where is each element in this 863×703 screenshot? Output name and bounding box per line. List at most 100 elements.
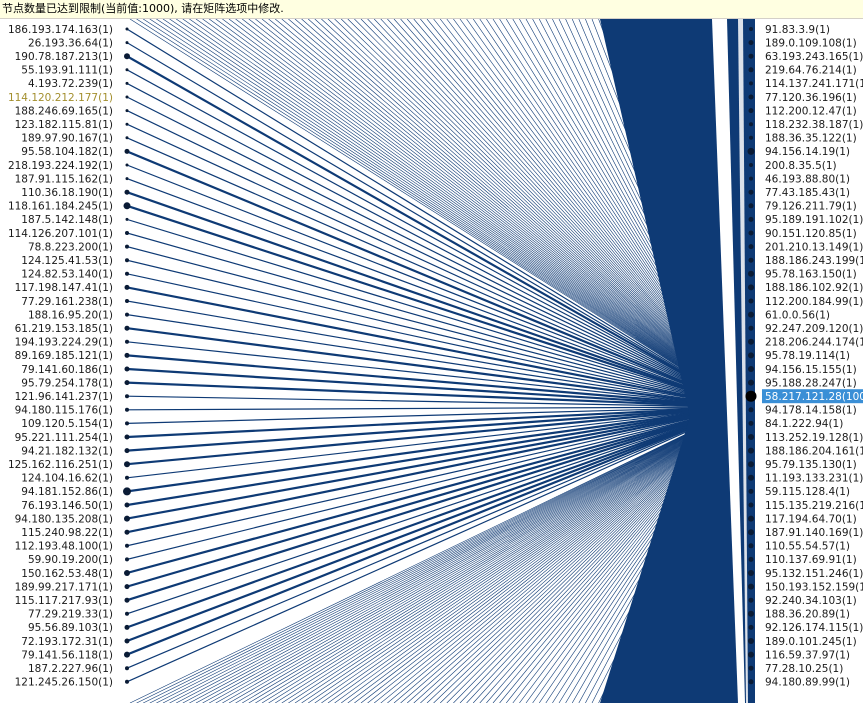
left-node-dot[interactable] <box>125 109 129 113</box>
right-node-label[interactable]: 188.186.102.92(1) <box>765 282 863 294</box>
left-node-dot[interactable] <box>125 27 129 31</box>
right-node-dot[interactable] <box>748 515 754 522</box>
left-node-dot[interactable] <box>124 352 130 358</box>
right-node-label[interactable]: 114.137.241.171(1) <box>765 78 863 90</box>
right-node-label[interactable]: 59.115.128.4(1) <box>765 486 850 498</box>
right-node-dot[interactable] <box>748 583 754 590</box>
left-node-dot[interactable] <box>125 312 129 317</box>
left-node-label[interactable]: 123.182.115.81(1) <box>15 119 113 131</box>
right-node-dot[interactable] <box>748 189 754 195</box>
right-node-dot[interactable] <box>749 81 753 86</box>
right-node-label[interactable]: 61.0.0.56(1) <box>765 309 830 321</box>
left-node-dot[interactable] <box>125 421 129 426</box>
right-node-label[interactable]: 95.78.19.114(1) <box>765 350 850 362</box>
right-node-dot[interactable] <box>748 325 754 331</box>
right-node-label[interactable]: 188.186.243.199(1) <box>765 255 863 267</box>
right-node-dot[interactable] <box>749 176 753 181</box>
left-node-dot[interactable] <box>124 448 130 454</box>
right-node-dot[interactable] <box>748 488 754 494</box>
right-node-dot[interactable] <box>748 366 754 372</box>
right-node-dot[interactable] <box>749 135 753 140</box>
right-node-label[interactable]: 92.240.34.103(1) <box>765 595 857 607</box>
right-node-label[interactable]: 218.206.244.174(1) <box>765 337 863 349</box>
right-node-label[interactable]: 189.0.101.245(1) <box>765 636 857 648</box>
left-node-dot[interactable] <box>124 284 130 290</box>
left-node-label[interactable]: 121.245.26.150(1) <box>15 677 113 689</box>
right-node-label[interactable]: 94.178.14.158(1) <box>765 405 857 417</box>
right-node-label[interactable]: 187.91.140.169(1) <box>765 527 863 539</box>
left-node-label[interactable]: 150.162.53.48(1) <box>21 568 113 580</box>
right-node-dot[interactable] <box>748 108 754 114</box>
left-node-dot[interactable] <box>124 624 130 630</box>
left-node-dot[interactable] <box>124 597 130 603</box>
right-node-label[interactable]: 77.120.36.196(1) <box>765 92 857 104</box>
left-node-dot[interactable] <box>125 679 129 684</box>
left-node-label[interactable]: 187.2.227.96(1) <box>28 663 113 675</box>
right-node-dot[interactable] <box>748 434 754 440</box>
right-node-dot[interactable] <box>748 502 754 508</box>
right-node-dot[interactable] <box>748 352 754 359</box>
left-node-label[interactable]: 189.97.90.167(1) <box>21 133 113 145</box>
left-node-dot[interactable] <box>124 366 130 372</box>
right-node-dot[interactable] <box>749 27 753 31</box>
right-node-dot[interactable] <box>748 420 754 426</box>
right-node-dot[interactable] <box>748 597 754 603</box>
left-node-label[interactable]: 114.126.207.101(1) <box>8 228 113 240</box>
right-node-label[interactable]: 200.8.35.5(1) <box>765 160 837 172</box>
left-node-dot[interactable] <box>125 217 129 221</box>
right-node-dot[interactable] <box>748 298 754 304</box>
right-node-label[interactable]: 110.137.69.91(1) <box>765 554 857 566</box>
left-node-label[interactable]: 4.193.72.239(1) <box>28 78 113 90</box>
left-node-dot[interactable] <box>124 584 130 590</box>
right-node-label[interactable]: 46.193.88.80(1) <box>765 173 850 185</box>
right-node-label[interactable]: 110.55.54.57(1) <box>765 541 850 553</box>
network-graph-canvas[interactable]: 186.193.174.163(1)26.193.36.64(1) 190.78.… <box>0 19 863 703</box>
right-node-label[interactable]: 95.188.28.247(1) <box>765 377 857 389</box>
left-node-dot[interactable] <box>125 407 129 412</box>
left-node-label[interactable]: 125.162.116.251(1) <box>8 459 113 471</box>
left-node-dot[interactable] <box>125 271 129 276</box>
right-node-dot[interactable] <box>748 665 754 671</box>
left-node-dot[interactable] <box>123 487 131 496</box>
left-node-label[interactable]: 79.141.60.186(1) <box>21 364 113 376</box>
left-node-label[interactable]: 124.82.53.140(1) <box>21 269 113 281</box>
left-node-dot[interactable] <box>125 163 129 167</box>
left-node-label[interactable]: 77.29.161.238(1) <box>21 296 113 308</box>
left-node-dot[interactable] <box>124 325 130 331</box>
right-node-dot[interactable] <box>748 244 754 250</box>
left-node-dot[interactable] <box>124 502 130 508</box>
right-node-dot[interactable] <box>748 203 754 209</box>
left-node-dot[interactable] <box>125 231 129 235</box>
right-node-dot[interactable] <box>749 122 753 127</box>
right-node-label[interactable]: 113.252.19.128(1) <box>765 432 863 444</box>
right-node-dot[interactable] <box>748 338 754 345</box>
right-node-label[interactable]: 77.28.10.25(1) <box>765 663 843 675</box>
left-node-label[interactable]: 124.104.16.62(1) <box>21 473 113 485</box>
right-node-label[interactable]: 77.43.185.43(1) <box>765 187 850 199</box>
right-node-label[interactable]: 115.135.219.216(1) <box>765 500 863 512</box>
right-node-label[interactable]: 188.36.20.89(1) <box>765 609 850 621</box>
right-node-label[interactable]: 63.193.243.165(1) <box>765 51 863 63</box>
right-node-dot[interactable] <box>748 284 754 291</box>
right-node-label[interactable]: 94.180.89.99(1) <box>765 677 850 689</box>
right-node-label[interactable]: 94.156.14.19(1) <box>765 146 850 158</box>
right-node-label[interactable]: 150.193.152.159(1) <box>765 581 863 593</box>
left-node-label[interactable]: 26.193.36.64(1) <box>28 37 113 49</box>
right-node-dot[interactable] <box>748 556 754 562</box>
center-node-label[interactable]: 58.217.121.28(1000) <box>765 391 863 403</box>
left-node-label[interactable]: 95.221.111.254(1) <box>15 432 113 444</box>
left-node-label[interactable]: 89.169.185.121(1) <box>15 350 113 362</box>
left-node-dot[interactable] <box>124 651 130 658</box>
center-node-dot[interactable] <box>745 390 757 402</box>
right-node-label[interactable]: 94.156.15.155(1) <box>765 364 857 376</box>
right-node-dot[interactable] <box>748 529 754 536</box>
right-node-dot[interactable] <box>748 53 754 59</box>
left-node-dot[interactable] <box>125 339 129 344</box>
left-node-dot[interactable] <box>124 434 130 440</box>
left-node-label[interactable]: 109.120.5.154(1) <box>21 418 113 430</box>
right-node-label[interactable]: 91.83.3.9(1) <box>765 24 830 36</box>
left-node-label[interactable]: 77.29.219.33(1) <box>28 609 113 621</box>
right-node-dot[interactable] <box>748 407 754 413</box>
left-node-dot[interactable] <box>125 244 129 249</box>
left-node-dot[interactable] <box>125 475 129 480</box>
